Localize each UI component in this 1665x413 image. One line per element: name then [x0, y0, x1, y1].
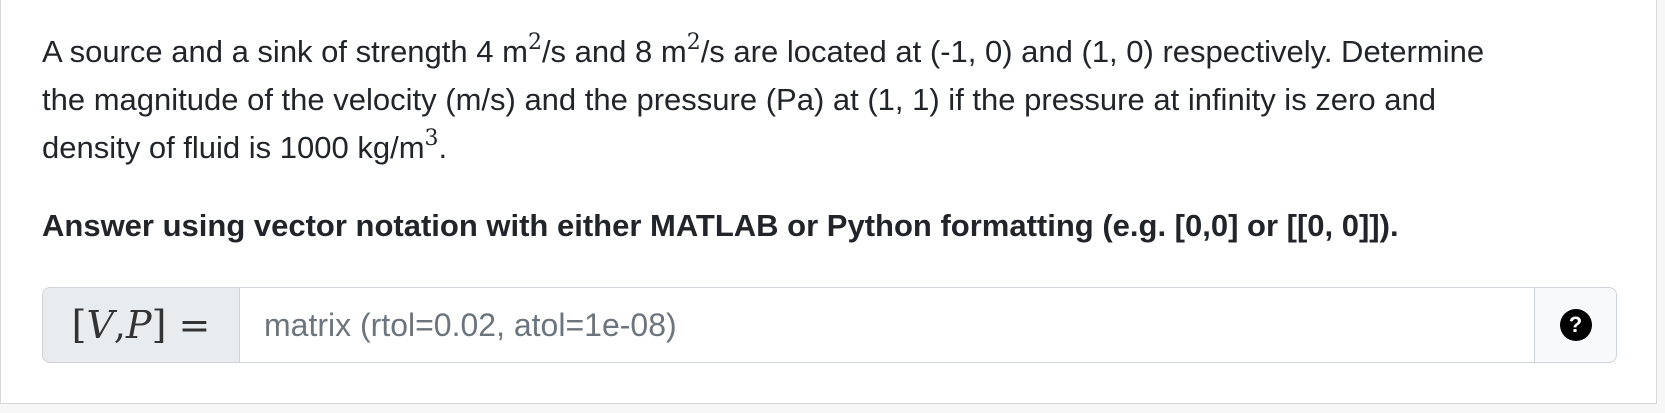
answer-instruction: Answer using vector notation with either… [42, 208, 1399, 243]
question-card: A source and a sink of strength 4 m2/s a… [0, 0, 1657, 404]
help-button[interactable]: ? [1534, 287, 1617, 363]
question-circle-icon: ? [1559, 309, 1592, 341]
answer-input-group: [V, P] = ? [42, 287, 1617, 363]
answer-variable-label: [V, P] = [42, 287, 240, 363]
answer-matrix-input[interactable] [240, 287, 1534, 363]
question-text: A source and a sink of strength 4 m2/s a… [42, 29, 1485, 165]
